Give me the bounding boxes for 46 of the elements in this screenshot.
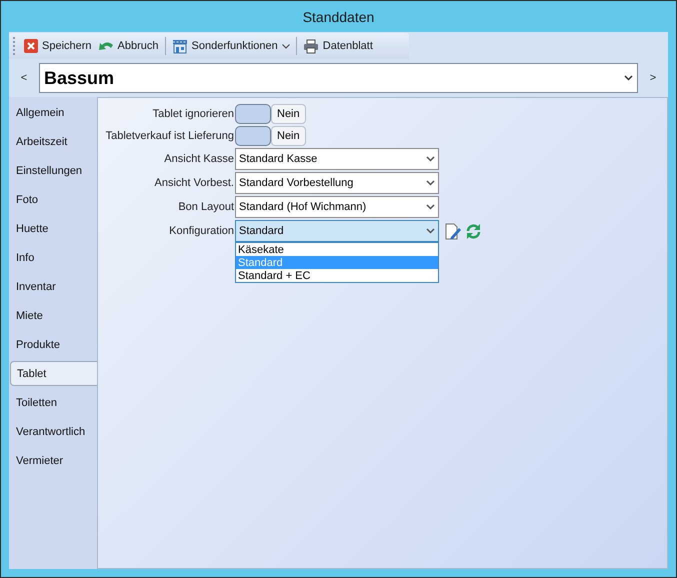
tab[interactable]: Inventar bbox=[9, 274, 97, 299]
chevron-down-icon bbox=[426, 180, 435, 186]
printer-icon bbox=[302, 38, 319, 54]
tab[interactable]: Tablet bbox=[10, 361, 97, 386]
tab[interactable]: Toiletten bbox=[9, 390, 97, 415]
dropdown-field[interactable]: Standard bbox=[235, 220, 439, 242]
edit-document-icon[interactable] bbox=[445, 222, 461, 240]
toggle-value: Nein bbox=[271, 126, 306, 146]
refresh-icon[interactable] bbox=[465, 222, 482, 240]
field-label: Ansicht Kasse bbox=[163, 153, 235, 165]
toggle-switch[interactable] bbox=[235, 126, 271, 146]
field-label: Konfiguration bbox=[168, 225, 235, 237]
toggle-switch[interactable] bbox=[235, 104, 271, 124]
tab[interactable]: Verantwortlich bbox=[9, 419, 97, 444]
shop-icon bbox=[172, 38, 188, 54]
datasheet-button[interactable]: Datenblatt bbox=[300, 35, 376, 57]
chevron-down-icon bbox=[426, 204, 435, 210]
dropdown-field[interactable]: Standard Kasse bbox=[235, 148, 439, 170]
tab[interactable]: Produkte bbox=[9, 332, 97, 357]
chevron-down-icon bbox=[426, 228, 435, 234]
cancel-button[interactable]: Abbruch bbox=[94, 35, 162, 57]
field-label: Tablet ignorieren bbox=[152, 108, 235, 120]
chevron-down-icon bbox=[426, 156, 435, 162]
close-icon bbox=[24, 39, 38, 53]
undo-arrow-icon bbox=[98, 40, 114, 52]
save-button[interactable]: Speichern bbox=[21, 35, 95, 57]
window-title: Standdaten bbox=[302, 8, 376, 26]
tab[interactable]: Foto bbox=[9, 187, 97, 212]
toggle-value: Nein bbox=[271, 104, 306, 124]
next-button[interactable]: > bbox=[642, 65, 664, 91]
dropdown-field[interactable]: Standard Vorbestellung bbox=[235, 172, 439, 194]
tab[interactable]: Info bbox=[9, 245, 97, 270]
special-functions-button[interactable]: Sonderfunktionen bbox=[168, 35, 293, 57]
chevron-down-icon bbox=[624, 75, 633, 81]
tab[interactable]: Miete bbox=[9, 303, 97, 328]
field-label: Tabletverkauf ist Lieferung bbox=[104, 130, 235, 142]
tab[interactable]: Allgemein bbox=[9, 100, 97, 125]
tab[interactable]: Arbeitszeit bbox=[9, 129, 97, 154]
tab[interactable]: Einstellungen bbox=[9, 158, 97, 183]
tab[interactable]: Huette bbox=[9, 216, 97, 241]
tab[interactable]: Vermieter bbox=[9, 448, 97, 473]
dropdown-field[interactable]: Standard (Hof Wichmann) bbox=[235, 196, 439, 218]
field-label: Bon Layout bbox=[177, 201, 235, 213]
previous-button[interactable]: < bbox=[13, 65, 35, 91]
record-combobox[interactable]: Bassum bbox=[39, 63, 638, 93]
field-label: Ansicht Vorbest. bbox=[154, 177, 235, 189]
